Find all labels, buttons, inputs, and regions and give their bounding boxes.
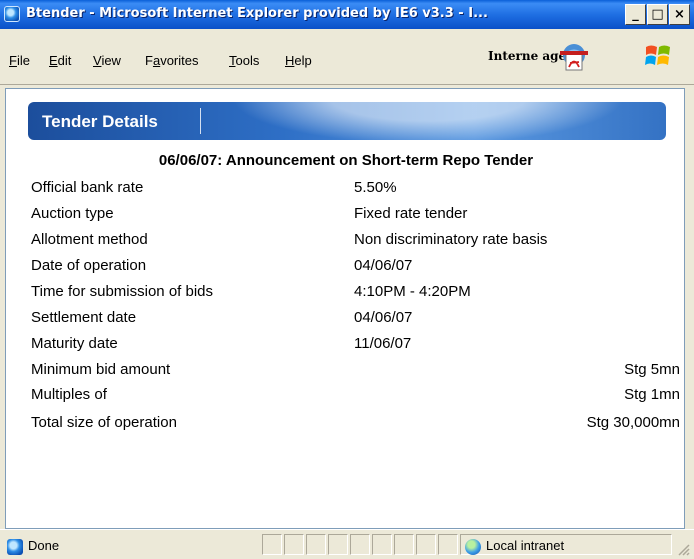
page-content: Tender Details 06/06/07: Announcement on… — [5, 88, 685, 529]
title-bar[interactable]: Btender - Microsoft Internet Explorer pr… — [0, 0, 694, 29]
banner-title: Tender Details — [42, 112, 158, 131]
detail-row-allotment-method: Allotment method Non discriminatory rate… — [6, 231, 684, 253]
row-label: Date of operation — [31, 257, 147, 274]
row-label: Auction type — [31, 205, 114, 222]
maximize-button[interactable]: □ — [647, 4, 668, 25]
page-done-icon — [7, 539, 23, 555]
row-value: Fixed rate tender — [354, 205, 468, 222]
detail-row-multiples-of: Multiples of Stg 1mn — [6, 386, 684, 408]
banner-divider — [200, 108, 201, 134]
row-value: 04/06/07 — [354, 257, 413, 274]
detail-row-official-bank-rate: Official bank rate 5.50% — [6, 179, 684, 201]
row-value: 04/06/07 — [354, 309, 413, 326]
internet-explorer-icon[interactable] — [4, 6, 20, 22]
status-pane — [306, 534, 326, 555]
row-value: 4:10PM - 4:20PM — [354, 283, 471, 300]
toolbar-extension-label: Interne age i — [488, 49, 575, 63]
detail-row-auction-type: Auction type Fixed rate tender — [6, 205, 684, 227]
row-value: 11/06/07 — [354, 335, 412, 352]
status-bar: Done Local intranet — [0, 529, 694, 559]
row-label: Minimum bid amount — [31, 361, 171, 378]
menu-view[interactable]: View — [93, 53, 121, 68]
status-pane — [438, 534, 458, 555]
row-label: Time for submission of bids — [31, 283, 214, 300]
row-label: Total size of operation — [31, 414, 177, 431]
row-value: Stg 5mn — [624, 361, 680, 378]
menu-bar: File Edit View Favorites Tools Help Inte… — [0, 29, 694, 85]
close-button[interactable]: × — [669, 4, 690, 25]
row-label: Allotment method — [31, 231, 148, 248]
resize-grip-icon[interactable] — [676, 542, 690, 556]
menu-edit[interactable]: Edit — [49, 53, 71, 68]
status-pane — [284, 534, 304, 555]
detail-row-maturity-date: Maturity date 11/06/07 — [6, 335, 684, 357]
status-pane — [350, 534, 370, 555]
vertical-scrollbar[interactable] — [685, 88, 694, 529]
window-title: Btender - Microsoft Internet Explorer pr… — [26, 6, 488, 21]
status-text: Done — [28, 538, 60, 553]
row-label: Settlement date — [31, 309, 137, 326]
windows-logo-icon — [645, 45, 670, 65]
status-pane — [416, 534, 436, 555]
menu-file[interactable]: File — [9, 53, 30, 68]
row-value: Stg 30,000mn — [586, 414, 680, 431]
detail-row-date-of-operation: Date of operation 04/06/07 — [6, 257, 684, 279]
status-pane — [394, 534, 414, 555]
banner-decoration — [198, 102, 658, 140]
zone-text: Local intranet — [486, 538, 565, 553]
detail-row-total-size: Total size of operation Stg 30,000mn — [6, 414, 684, 436]
row-label: Official bank rate — [31, 179, 144, 196]
detail-row-settlement-date: Settlement date 04/06/07 — [6, 309, 684, 331]
row-value: Non discriminatory rate basis — [354, 231, 548, 248]
page-heading: 06/06/07: Announcement on Short-term Rep… — [158, 152, 534, 169]
menu-help[interactable]: Help — [285, 53, 312, 68]
status-pane — [328, 534, 348, 555]
row-value: Stg 1mn — [624, 386, 680, 403]
row-value: 5.50% — [354, 179, 397, 196]
detail-row-minimum-bid: Minimum bid amount Stg 5mn — [6, 361, 684, 383]
menu-tools[interactable]: Tools — [229, 53, 259, 68]
minimize-button[interactable]: _ — [625, 4, 646, 25]
status-pane — [262, 534, 282, 555]
pdf-icon[interactable] — [558, 43, 590, 71]
row-label: Maturity date — [31, 335, 118, 352]
local-intranet-icon — [465, 539, 481, 555]
status-pane — [372, 534, 392, 555]
row-label: Multiples of — [31, 386, 107, 403]
menu-favorites[interactable]: Favorites — [145, 53, 198, 68]
tender-details-banner: Tender Details — [28, 102, 666, 140]
detail-row-submission-time: Time for submission of bids 4:10PM - 4:2… — [6, 283, 684, 305]
